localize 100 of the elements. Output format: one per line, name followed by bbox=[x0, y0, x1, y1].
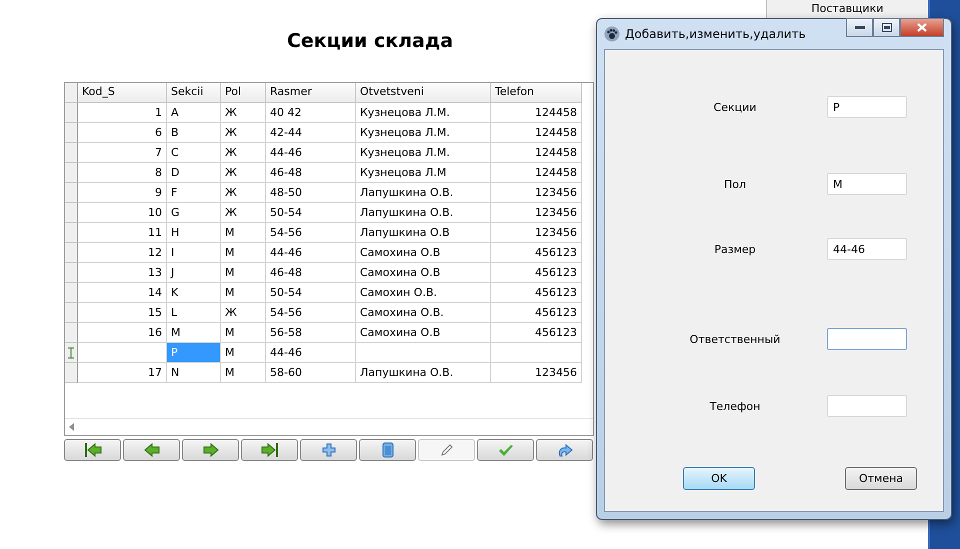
table-cell[interactable]: A bbox=[167, 103, 221, 123]
table-cell[interactable]: 8 bbox=[78, 163, 167, 183]
maximize-button[interactable] bbox=[873, 18, 900, 37]
table-cell[interactable]: D bbox=[167, 163, 221, 183]
table-cell[interactable]: 456123 bbox=[491, 303, 582, 323]
table-cell[interactable]: Кузнецова Л.М. bbox=[356, 103, 491, 123]
table-cell[interactable]: 456123 bbox=[491, 323, 582, 343]
table-cell[interactable]: F bbox=[167, 183, 221, 203]
navigator-button[interactable] bbox=[300, 439, 357, 461]
table-cell[interactable]: 456123 bbox=[491, 263, 582, 283]
table-cell[interactable]: 46-48 bbox=[266, 163, 356, 183]
table-cell[interactable]: N bbox=[167, 363, 221, 383]
column-header[interactable]: Sekcii bbox=[167, 83, 221, 103]
table-cell[interactable]: 124458 bbox=[491, 143, 582, 163]
table-cell[interactable]: Ж bbox=[221, 143, 266, 163]
input-field[interactable] bbox=[827, 328, 907, 350]
input-field[interactable]: 44-46 bbox=[827, 238, 907, 260]
column-header[interactable]: Pol bbox=[221, 83, 266, 103]
column-header[interactable]: Otvetstveni bbox=[356, 83, 491, 103]
ok-button[interactable]: OK bbox=[683, 467, 755, 490]
column-header[interactable]: Telefon bbox=[491, 83, 582, 103]
table-cell[interactable]: Самохина О.В bbox=[356, 263, 491, 283]
table-cell[interactable]: М bbox=[221, 243, 266, 263]
table-cell[interactable]: 11 bbox=[78, 223, 167, 243]
table-cell[interactable]: 7 bbox=[78, 143, 167, 163]
table-cell[interactable]: 123456 bbox=[491, 183, 582, 203]
table-cell[interactable]: M bbox=[167, 323, 221, 343]
input-field[interactable] bbox=[827, 395, 907, 417]
table-cell[interactable]: Ж bbox=[221, 183, 266, 203]
table-cell[interactable]: 48-50 bbox=[266, 183, 356, 203]
table-cell[interactable]: М bbox=[221, 263, 266, 283]
table-cell[interactable] bbox=[78, 343, 167, 363]
table-cell[interactable]: 10 bbox=[78, 203, 167, 223]
table-cell[interactable]: Лапушкина О.В. bbox=[356, 203, 491, 223]
table-cell[interactable]: Самохин О.В. bbox=[356, 283, 491, 303]
table-cell[interactable]: 16 bbox=[78, 323, 167, 343]
table-cell[interactable]: 42-44 bbox=[266, 123, 356, 143]
table-cell[interactable]: 456123 bbox=[491, 243, 582, 263]
table-cell[interactable]: Самохина О.В. bbox=[356, 303, 491, 323]
table-cell[interactable]: 50-54 bbox=[266, 283, 356, 303]
table-cell[interactable]: 123456 bbox=[491, 203, 582, 223]
table-cell[interactable]: 124458 bbox=[491, 163, 582, 183]
table-cell[interactable]: М bbox=[221, 363, 266, 383]
table-cell[interactable]: K bbox=[167, 283, 221, 303]
table-cell[interactable]: 56-58 bbox=[266, 323, 356, 343]
table-cell[interactable]: 13 bbox=[78, 263, 167, 283]
table-cell[interactable]: Самохина О.В bbox=[356, 243, 491, 263]
table-cell[interactable]: 123456 bbox=[491, 363, 582, 383]
table-cell[interactable]: Самохина О.В bbox=[356, 323, 491, 343]
table-cell[interactable]: Лапушкина О.В. bbox=[356, 183, 491, 203]
navigator-button[interactable] bbox=[123, 439, 180, 461]
table-cell[interactable]: М bbox=[221, 343, 266, 363]
table-cell[interactable]: Кузнецова Л.М. bbox=[356, 123, 491, 143]
table-cell[interactable]: C bbox=[167, 143, 221, 163]
table-cell[interactable]: 17 bbox=[78, 363, 167, 383]
table-cell[interactable] bbox=[491, 343, 582, 363]
table-cell[interactable]: 46-48 bbox=[266, 263, 356, 283]
column-header[interactable]: Rasmer bbox=[266, 83, 356, 103]
table-cell[interactable]: 50-54 bbox=[266, 203, 356, 223]
table-cell[interactable]: 6 bbox=[78, 123, 167, 143]
table-cell[interactable]: 44-46 bbox=[266, 243, 356, 263]
table-cell[interactable]: Ж bbox=[221, 163, 266, 183]
table-cell[interactable]: Лапушкина О.В. bbox=[356, 363, 491, 383]
table-cell[interactable]: 44-46 bbox=[266, 143, 356, 163]
cancel-button[interactable]: Отмена bbox=[845, 467, 917, 490]
table-cell[interactable]: 456123 bbox=[491, 283, 582, 303]
table-cell[interactable]: 9 bbox=[78, 183, 167, 203]
navigator-button[interactable] bbox=[477, 439, 534, 461]
navigator-button[interactable] bbox=[241, 439, 298, 461]
table-cell[interactable]: Кузнецова Л.М. bbox=[356, 143, 491, 163]
table-cell[interactable]: Ж bbox=[221, 123, 266, 143]
close-button[interactable] bbox=[900, 18, 944, 37]
table-cell[interactable] bbox=[356, 343, 491, 363]
table-cell[interactable]: 124458 bbox=[491, 103, 582, 123]
table-cell[interactable]: L bbox=[167, 303, 221, 323]
navigator-button[interactable] bbox=[182, 439, 239, 461]
navigator-button[interactable] bbox=[536, 439, 593, 461]
suppliers-button[interactable]: Поставщики bbox=[811, 2, 884, 16]
table-cell[interactable]: I bbox=[167, 243, 221, 263]
table-cell[interactable]: Ж bbox=[221, 303, 266, 323]
table-cell[interactable]: J bbox=[167, 263, 221, 283]
table-cell[interactable]: 1 bbox=[78, 103, 167, 123]
table-cell[interactable]: 54-56 bbox=[266, 223, 356, 243]
table-cell[interactable]: B bbox=[167, 123, 221, 143]
input-field[interactable]: P bbox=[827, 96, 907, 118]
table-cell[interactable]: 124458 bbox=[491, 123, 582, 143]
input-field[interactable]: M bbox=[827, 173, 907, 195]
table-cell[interactable]: М bbox=[221, 283, 266, 303]
table-cell[interactable]: 44-46 bbox=[266, 343, 356, 363]
table-cell[interactable]: М bbox=[221, 223, 266, 243]
navigator-button[interactable] bbox=[359, 439, 416, 461]
table-cell[interactable]: 15 bbox=[78, 303, 167, 323]
table-cell[interactable]: 123456 bbox=[491, 223, 582, 243]
table-cell[interactable]: Ж bbox=[221, 203, 266, 223]
table-cell[interactable]: 12 bbox=[78, 243, 167, 263]
table-cell[interactable]: 40 42 bbox=[266, 103, 356, 123]
table-cell[interactable]: 54-56 bbox=[266, 303, 356, 323]
table-cell[interactable]: Ж bbox=[221, 103, 266, 123]
table-cell[interactable]: 14 bbox=[78, 283, 167, 303]
navigator-button[interactable] bbox=[64, 439, 121, 461]
